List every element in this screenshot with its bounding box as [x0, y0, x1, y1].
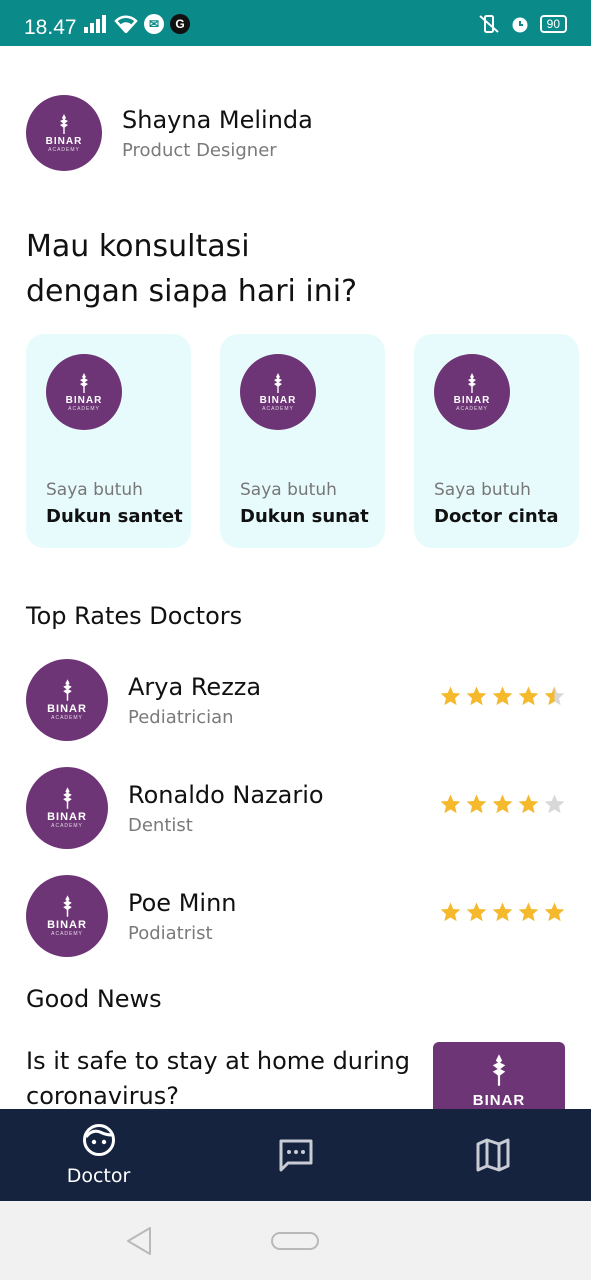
wheat-icon	[62, 679, 72, 701]
doctor-list-item[interactable]: BINAR ACADEMY Arya Rezza Pediatrician	[26, 659, 566, 741]
outlook-icon: ✉	[144, 14, 164, 34]
wheat-icon	[80, 372, 88, 393]
category-title: Doctor cinta	[434, 506, 559, 527]
doctor-avatar: BINAR ACADEMY	[26, 875, 108, 957]
logo-sub: ACADEMY	[51, 715, 83, 721]
status-time: 18.47	[24, 16, 77, 39]
signal-icon	[84, 15, 106, 33]
home-button[interactable]	[271, 1232, 319, 1250]
top-doctors-title: Top Rates Doctors	[26, 602, 243, 630]
profile-role: Product Designer	[122, 139, 277, 161]
logo-text: BINAR	[47, 919, 87, 931]
doctor-name: Poe Minn	[128, 888, 237, 917]
star-filled-icon	[466, 902, 487, 922]
nav-item-chat[interactable]	[197, 1109, 394, 1201]
rating-stars	[439, 793, 566, 816]
doctor-list-item[interactable]: BINAR ACADEMY Ronaldo Nazario Dentist	[26, 767, 566, 849]
wifi-icon	[114, 15, 138, 33]
doctor-list-item[interactable]: BINAR ACADEMY Poe Minn Podiatrist	[26, 875, 566, 957]
logo-text: BINAR	[47, 811, 87, 823]
logo-text: BINAR	[472, 1092, 526, 1109]
user-avatar: BINAR ACADEMY	[26, 95, 102, 171]
doctor-name: Ronaldo Nazario	[128, 780, 324, 809]
doctor-name: Arya Rezza	[128, 672, 262, 701]
star-empty-icon	[544, 794, 565, 814]
logo-text: BINAR	[47, 703, 87, 715]
logo-sub: ACADEMY	[48, 146, 80, 153]
logo-sub: ACADEMY	[51, 931, 83, 937]
star-filled-icon	[466, 686, 487, 706]
wheat-icon	[62, 787, 72, 809]
nav-item-map[interactable]	[394, 1109, 591, 1201]
wheat-icon	[60, 113, 68, 134]
headline-line-2: dengan siapa hari ini?	[26, 274, 358, 309]
wheat-icon	[274, 372, 282, 393]
status-icons-right: 90	[478, 14, 567, 34]
alarm-icon	[512, 17, 528, 33]
star-filled-icon	[492, 686, 513, 706]
bottom-navigation: Doctor	[0, 1109, 591, 1201]
category-card[interactable]: BINAR ACADEMY Saya butuh Dukun santet	[26, 334, 191, 548]
wheat-icon	[492, 1054, 506, 1086]
chat-icon	[279, 1139, 312, 1172]
category-title: Dukun sunat	[240, 506, 369, 527]
logo-sub: ACADEMY	[262, 405, 294, 412]
logo-text: BINAR	[259, 394, 297, 406]
logo-text: BINAR	[45, 135, 83, 147]
rating-stars	[439, 901, 566, 924]
star-filled-icon	[518, 794, 539, 814]
logo-sub: ACADEMY	[51, 823, 83, 829]
star-filled-icon	[492, 794, 513, 814]
category-avatar: BINAR ACADEMY	[240, 354, 316, 430]
logo-sub: ACADEMY	[68, 405, 100, 412]
back-icon[interactable]	[126, 1226, 152, 1256]
star-half-icon	[544, 686, 565, 706]
status-icons-left: ✉ G	[84, 14, 190, 34]
system-navigation-bar	[0, 1201, 591, 1280]
category-card[interactable]: BINAR ACADEMY Saya butuh Doctor cinta	[414, 334, 579, 548]
news-section-title: Good News	[26, 985, 162, 1013]
battery-icon: 90	[539, 15, 567, 33]
news-headline[interactable]: Is it safe to stay at home during corona…	[26, 1044, 416, 1114]
rating-stars	[439, 685, 566, 708]
category-avatar: BINAR ACADEMY	[434, 354, 510, 430]
doctor-specialty: Dentist	[128, 814, 193, 836]
category-card[interactable]: BINAR ACADEMY Saya butuh Dukun sunat	[220, 334, 385, 548]
category-prefix: Saya butuh	[46, 480, 143, 500]
logo-text: BINAR	[453, 394, 491, 406]
doctor-face-icon	[82, 1124, 115, 1156]
nav-item-doctor[interactable]: Doctor	[0, 1109, 197, 1201]
star-filled-icon	[440, 902, 461, 922]
nav-label-doctor: Doctor	[66, 1165, 131, 1187]
category-title: Dukun santet	[46, 506, 183, 527]
doctor-avatar: BINAR ACADEMY	[26, 767, 108, 849]
star-filled-icon	[440, 794, 461, 814]
map-icon	[476, 1138, 509, 1172]
google-icon: G	[170, 14, 190, 34]
category-avatar: BINAR ACADEMY	[46, 354, 122, 430]
category-prefix: Saya butuh	[434, 480, 531, 500]
headline-line-1: Mau konsultasi	[26, 229, 250, 264]
user-profile[interactable]: BINAR ACADEMY Shayna Melinda Product Des…	[26, 95, 313, 171]
status-bar: 18.47 ✉ G 90	[0, 0, 591, 46]
star-filled-icon	[518, 686, 539, 706]
vibrate-icon	[478, 15, 499, 33]
logo-text: BINAR	[65, 394, 103, 406]
doctor-specialty: Podiatrist	[128, 922, 213, 944]
wheat-icon	[62, 895, 72, 917]
star-filled-icon	[544, 902, 565, 922]
category-prefix: Saya butuh	[240, 480, 337, 500]
star-filled-icon	[440, 686, 461, 706]
category-cards: BINAR ACADEMY Saya butuh Dukun santet BI…	[26, 334, 579, 548]
profile-name: Shayna Melinda	[122, 105, 313, 134]
star-filled-icon	[466, 794, 487, 814]
doctor-specialty: Pediatrician	[128, 706, 234, 728]
page-headline: Mau konsultasi dengan siapa hari ini?	[26, 224, 486, 314]
star-filled-icon	[518, 902, 539, 922]
wheat-icon	[468, 372, 476, 393]
logo-sub: ACADEMY	[456, 405, 488, 412]
doctor-avatar: BINAR ACADEMY	[26, 659, 108, 741]
star-filled-icon	[492, 902, 513, 922]
